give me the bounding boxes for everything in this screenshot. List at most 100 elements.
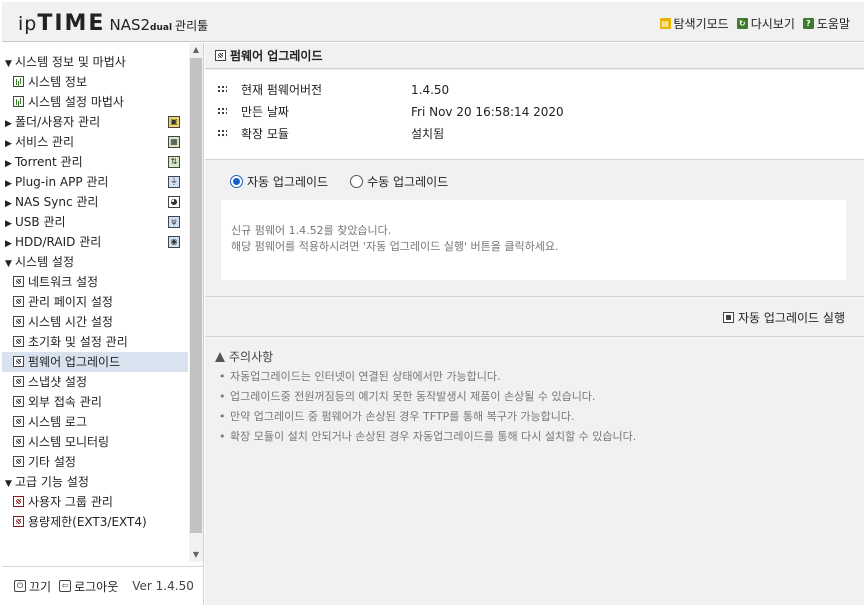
scrollbar-thumb[interactable] [190, 58, 202, 533]
divider [205, 336, 864, 337]
info-row-current-version: 현재 펌웨어버전 1.4.50 [217, 80, 449, 100]
menu-group-label: 시스템 설정 [15, 255, 75, 269]
settings-grid-icon [13, 416, 24, 427]
help-label: 도움말 [816, 17, 850, 31]
radio-button[interactable] [350, 175, 364, 188]
sidebar-item-label: 시스템 설정 마법사 [28, 95, 124, 109]
warning-icon [215, 352, 225, 362]
sidebar-item-user-groups[interactable]: 사용자 그룹 관리 [2, 492, 188, 512]
menu-group-label: HDD/RAID 관리 [15, 235, 102, 249]
menu-group-system-settings[interactable]: ▼ 시스템 설정 [2, 252, 188, 272]
logout-button[interactable]: ⇦ 로그아웃 [59, 578, 118, 595]
caret-right-icon: ▶ [5, 139, 12, 149]
reload-label: 다시보기 [750, 17, 795, 31]
caution-title: 주의사항 [215, 347, 636, 367]
divider [205, 296, 864, 297]
menu-group-system-info[interactable]: ▼ 시스템 정보 및 마법사 [2, 52, 188, 72]
caret-right-icon: ▶ [5, 179, 12, 189]
radio-manual-label: 수동 업그레이드 [367, 175, 449, 189]
sidebar-item-network[interactable]: 네트워크 설정 [2, 272, 188, 292]
bar-chart-icon [13, 76, 24, 87]
sidebar-item-reset-config[interactable]: 초기화 및 설정 관리 [2, 332, 188, 352]
caret-right-icon: ▶ [5, 219, 12, 229]
sidebar-item-label: 용량제한(EXT3/EXT4) [28, 515, 147, 529]
sidebar-item-quota[interactable]: 용량제한(EXT3/EXT4) [2, 512, 188, 532]
sidebar-item-label: 스냅샷 설정 [28, 375, 88, 389]
menu-group-folder-user[interactable]: ▶ 폴더/사용자 관리 ▣ [2, 112, 188, 132]
explorer-icon: ▤ [659, 18, 671, 29]
caret-right-icon: ▶ [5, 199, 12, 209]
menu-group-nas-sync[interactable]: ▶ NAS Sync 관리 ◕ [2, 192, 188, 212]
sidebar-item-setup-wizard[interactable]: 시스템 설정 마법사 [2, 92, 188, 112]
sidebar-item-system-time[interactable]: 시스템 시간 설정 [2, 312, 188, 332]
service-icon: ▦ [168, 136, 180, 148]
sync-icon: ◕ [168, 196, 180, 208]
menu-group-label: 시스템 정보 및 마법사 [15, 55, 126, 69]
sidebar-item-snapshot[interactable]: 스냅샷 설정 [2, 372, 188, 392]
radio-manual-upgrade[interactable]: 수동 업그레이드 [350, 173, 448, 190]
iptime-logo[interactable]: ip TIME NAS2 dual 관리툴 [18, 11, 208, 36]
info-row-build-date: 만든 날짜 Fri Nov 20 16:58:14 2020 [217, 102, 564, 122]
power-icon: ⏻ [14, 580, 26, 592]
menu-group-usb[interactable]: ▶ USB 관리 ψ [2, 212, 188, 232]
menu-group-hdd-raid[interactable]: ▶ HDD/RAID 관리 ◉ [2, 232, 188, 252]
radio-auto-upgrade[interactable]: 자동 업그레이드 [230, 173, 328, 190]
menu-group-torrent[interactable]: ▶ Torrent 관리 ⇅ [2, 152, 188, 172]
sidebar-menu: ▼ 시스템 정보 및 마법사 시스템 정보 시스템 설정 마법사 ▶ 폴더/사용자 … [2, 43, 188, 563]
settings-grid-icon [13, 276, 24, 287]
caution-item: 자동업그레이드는 인터넷이 연결된 상태에서만 가능합니다. [215, 367, 636, 387]
menu-group-label: Plug-in APP 관리 [15, 175, 109, 189]
help-link[interactable]: ? 도움말 [802, 15, 850, 32]
power-off-button[interactable]: ⏻ 끄기 [14, 578, 51, 595]
menu-group-advanced[interactable]: ▼ 고급 기능 설정 [2, 472, 188, 492]
caret-right-icon: ▶ [5, 239, 12, 249]
explorer-mode-label: 탐색기모드 [673, 17, 729, 31]
upgrade-mode-radios: 자동 업그레이드 수동 업그레이드 [230, 173, 448, 190]
info-value: 1.4.50 [411, 83, 450, 97]
caret-down-icon: ▼ [5, 259, 12, 269]
sidebar-item-admin-page[interactable]: 관리 페이지 설정 [2, 292, 188, 312]
run-auto-upgrade-button[interactable]: 자동 업그레이드 실행 [723, 309, 845, 326]
sidebar-item-label: 펌웨어 업그레이드 [28, 355, 121, 369]
menu-group-label: 폴더/사용자 관리 [15, 115, 101, 129]
usb-icon: ψ [168, 216, 180, 228]
sidebar-item-misc-settings[interactable]: 기타 설정 [2, 452, 188, 472]
sidebar-item-system-info[interactable]: 시스템 정보 [2, 72, 188, 92]
sidebar-item-label: 네트워크 설정 [28, 275, 99, 289]
sidebar-item-system-log[interactable]: 시스템 로그 [2, 412, 188, 432]
folder-icon: ▣ [168, 116, 180, 128]
hdd-icon: ◉ [168, 236, 180, 248]
page-title-text: 펌웨어 업그레이드 [230, 49, 323, 63]
sidebar-item-remote-access[interactable]: 외부 접속 관리 [2, 392, 188, 412]
sidebar-item-label: 시스템 시간 설정 [28, 315, 113, 329]
caret-right-icon: ▶ [5, 159, 12, 169]
caution-item: 확장 모듈이 설치 안되거나 손상된 경우 자동업그레이드를 통해 다시 설치할… [215, 427, 636, 447]
settings-grid-icon [13, 396, 24, 407]
app-header: ip TIME NAS2 dual 관리툴 ▤ 탐색기모드 ↻ 다시보기 ? 도… [2, 2, 864, 42]
bar-chart-icon [13, 96, 24, 107]
sidebar-item-firmware-upgrade[interactable]: 펌웨어 업그레이드 [2, 352, 188, 372]
sidebar: ▼ 시스템 정보 및 마법사 시스템 정보 시스템 설정 마법사 ▶ 폴더/사용자 … [2, 43, 204, 605]
sidebar-item-label: 사용자 그룹 관리 [28, 495, 113, 509]
info-label: 확장 모듈 [241, 127, 289, 141]
explorer-mode-link[interactable]: ▤ 탐색기모드 [659, 15, 729, 32]
new-firmware-notice: 신규 펌웨어 1.4.52를 찾았습니다. 해당 펌웨어를 적용하시려면 '자동… [221, 200, 846, 280]
scroll-up-arrow-icon[interactable]: ▲ [189, 43, 203, 57]
info-value: Fri Nov 20 16:58:14 2020 [411, 105, 564, 119]
reload-link[interactable]: ↻ 다시보기 [736, 15, 795, 32]
sidebar-item-system-monitoring[interactable]: 시스템 모니터링 [2, 432, 188, 452]
help-icon: ? [802, 18, 814, 29]
menu-group-label: 서비스 관리 [15, 135, 75, 149]
logo-dual: dual [150, 23, 173, 33]
settings-grid-icon [13, 456, 24, 467]
info-row-extension-module: 확장 모듈 설치됨 [217, 124, 444, 144]
bullet-dots-icon [217, 107, 227, 115]
menu-group-plugin[interactable]: ▶ Plug-in APP 관리 ⏚ [2, 172, 188, 192]
scroll-down-arrow-icon[interactable]: ▼ [189, 548, 203, 562]
sidebar-item-label: 시스템 로그 [28, 415, 88, 429]
sidebar-item-label: 관리 페이지 설정 [28, 295, 113, 309]
radio-auto-label: 자동 업그레이드 [247, 175, 329, 189]
menu-group-service[interactable]: ▶ 서비스 관리 ▦ [2, 132, 188, 152]
sidebar-scrollbar[interactable]: ▲ ▼ [189, 43, 203, 562]
radio-button-selected[interactable] [230, 175, 243, 188]
